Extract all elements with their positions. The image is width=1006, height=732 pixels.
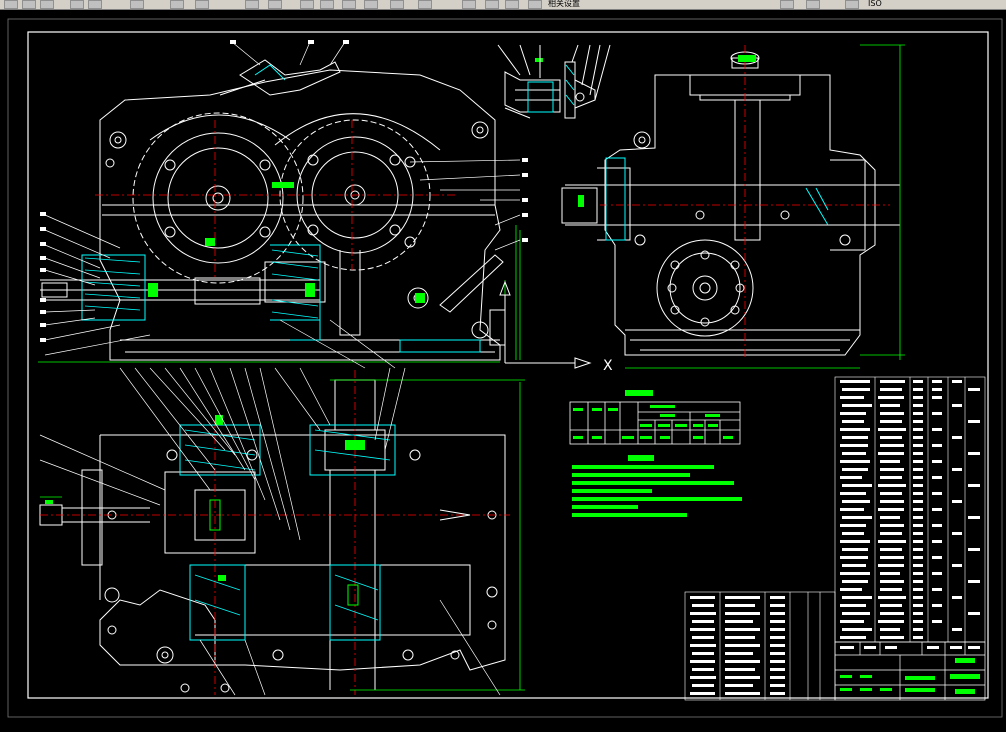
title-block	[834, 641, 986, 701]
save-icon[interactable]	[40, 0, 54, 9]
dimstyle-icon[interactable]	[806, 0, 820, 9]
side-view	[561, 45, 900, 360]
cad-toolbar: 相关设置 ISO	[0, 0, 1006, 10]
zoom-icon[interactable]	[268, 0, 282, 9]
front-view-labels	[40, 40, 528, 342]
side-view-dimensions	[625, 44, 905, 369]
undo-icon[interactable]	[170, 0, 184, 9]
plan-view-highlights	[45, 415, 396, 641]
plan-view	[39, 370, 510, 695]
layer-icon[interactable]	[462, 0, 476, 9]
help-icon[interactable]	[418, 0, 432, 9]
technical-characteristics-table	[569, 390, 741, 445]
open-icon[interactable]	[22, 0, 36, 9]
engineering-drawing: X	[7, 18, 1003, 718]
properties-icon[interactable]	[342, 0, 356, 9]
new-icon[interactable]	[4, 0, 18, 9]
text-style-icon[interactable]	[845, 0, 859, 9]
copy-icon[interactable]	[88, 0, 102, 9]
paste-icon[interactable]	[130, 0, 144, 9]
detail-view-b	[564, 44, 611, 119]
toolbar-label-iso: ISO	[868, 0, 882, 8]
zoom-window-icon[interactable]	[300, 0, 314, 9]
cut-icon[interactable]	[70, 0, 84, 9]
redo-icon[interactable]	[195, 0, 209, 9]
style-icon[interactable]	[780, 0, 794, 9]
pan-icon[interactable]	[245, 0, 259, 9]
front-view	[40, 59, 506, 361]
view-arrow-label: X	[603, 358, 613, 374]
plan-view-leaders	[39, 367, 501, 696]
layer-color-icon[interactable]	[505, 0, 519, 9]
drawing-canvas[interactable]: X	[0, 10, 1006, 728]
toolbar-label-settings: 相关设置	[548, 0, 580, 8]
design-center-icon[interactable]	[364, 0, 378, 9]
layer-lock-icon[interactable]	[528, 0, 542, 9]
view-direction-arrow	[499, 280, 592, 369]
detail-view-a	[497, 44, 561, 119]
technical-requirements-block	[572, 455, 742, 517]
zoom-previous-icon[interactable]	[320, 0, 334, 9]
layer-state-icon[interactable]	[485, 0, 499, 9]
tool-palette-icon[interactable]	[390, 0, 404, 9]
plan-view-dimensions	[40, 379, 525, 691]
